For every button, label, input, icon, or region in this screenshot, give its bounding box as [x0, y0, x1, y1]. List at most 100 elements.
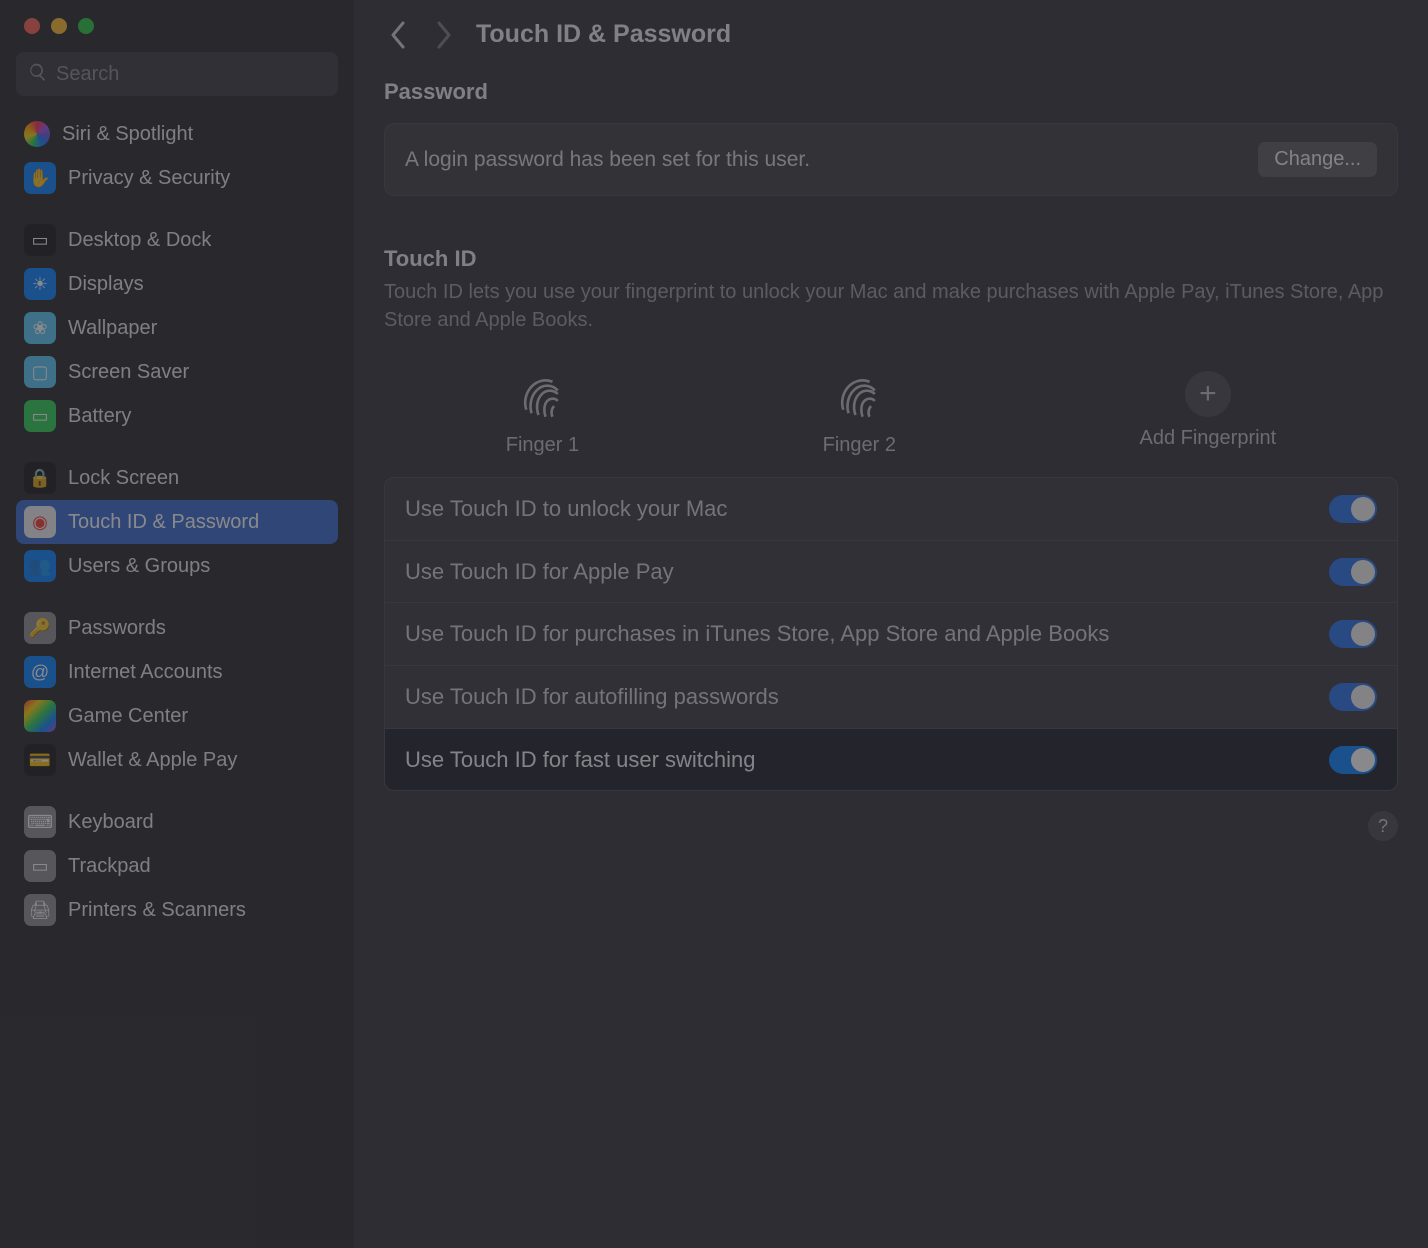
sidebar-item-label: Battery — [68, 405, 131, 428]
touchid-option-row: Use Touch ID for fast user switching — [385, 729, 1397, 791]
sidebar-item-wallpaper[interactable]: ❀ Wallpaper — [16, 306, 338, 350]
toggle-switch[interactable] — [1329, 746, 1377, 774]
touchid-option-label: Use Touch ID to unlock your Mac — [405, 494, 727, 524]
sidebar-item-passwords[interactable]: 🔑 Passwords — [16, 606, 338, 650]
sidebar-item-label: Lock Screen — [68, 467, 179, 490]
change-password-button[interactable]: Change... — [1258, 142, 1377, 177]
touchid-option-label: Use Touch ID for autofilling passwords — [405, 682, 779, 712]
sidebar-item-label: Printers & Scanners — [68, 899, 246, 922]
sidebar-item-wallet-apple-pay[interactable]: 💳 Wallet & Apple Pay — [16, 738, 338, 782]
toggle-switch[interactable] — [1329, 558, 1377, 586]
sidebar-item-privacy-security[interactable]: ✋ Privacy & Security — [16, 156, 338, 200]
internet-accounts-icon: @ — [24, 656, 56, 688]
help-row: ? — [384, 811, 1398, 841]
sidebar-item-keyboard[interactable]: ⌨ Keyboard — [16, 800, 338, 844]
touchid-option-label: Use Touch ID for Apple Pay — [405, 557, 674, 587]
sidebar-item-label: Privacy & Security — [68, 167, 230, 190]
sidebar-item-label: Internet Accounts — [68, 661, 223, 684]
search-input[interactable] — [56, 63, 326, 86]
plus-icon: + — [1185, 371, 1231, 417]
sidebar-item-label: Users & Groups — [68, 555, 210, 578]
back-button[interactable] — [384, 21, 412, 49]
forward-button[interactable] — [430, 21, 458, 49]
fingerprint-label: Finger 2 — [823, 434, 896, 457]
fingerprints-row: Finger 1 Finger 2 + Add Fingerprint — [384, 364, 1398, 457]
keyboard-icon: ⌨ — [24, 806, 56, 838]
main-content: Touch ID & Password Password A login pas… — [354, 0, 1428, 1248]
sidebar-item-trackpad[interactable]: ▭ Trackpad — [16, 844, 338, 888]
sidebar-item-users-groups[interactable]: 👥 Users & Groups — [16, 544, 338, 588]
titlebar: Touch ID & Password — [354, 0, 1428, 65]
sidebar-item-label: Passwords — [68, 617, 166, 640]
sidebar-item-label: Displays — [68, 273, 144, 296]
sidebar-item-displays[interactable]: ☀ Displays — [16, 262, 338, 306]
sidebar-item-printers-scanners[interactable]: 🖨 Printers & Scanners — [16, 888, 338, 932]
fingerprint-icon — [512, 364, 572, 424]
touchid-option-label: Use Touch ID for fast user switching — [405, 745, 756, 775]
sidebar: Siri & Spotlight ✋ Privacy & Security ▭ Desk… — [0, 0, 354, 1248]
touch-id-password-icon: ◉ — [24, 506, 56, 538]
sidebar-item-siri-spotlight[interactable]: Siri & Spotlight — [16, 112, 338, 156]
help-button[interactable]: ? — [1368, 811, 1398, 841]
fingerprint-1[interactable]: Finger 1 — [506, 364, 579, 457]
touchid-option-row: Use Touch ID for autofilling passwords — [385, 666, 1397, 729]
sidebar-item-screen-saver[interactable]: ▢ Screen Saver — [16, 350, 338, 394]
zoom-window-button[interactable] — [78, 18, 94, 34]
sidebar-item-label: Keyboard — [68, 811, 154, 834]
sidebar-item-battery[interactable]: ▭ Battery — [16, 394, 338, 438]
game-center-icon — [24, 700, 56, 732]
printers-scanners-icon: 🖨 — [24, 894, 56, 926]
lock-screen-icon: 🔒 — [24, 462, 56, 494]
battery-icon: ▭ — [24, 400, 56, 432]
password-description: A login password has been set for this u… — [405, 148, 810, 172]
toggle-switch[interactable] — [1329, 495, 1377, 523]
sidebar-item-lock-screen[interactable]: 🔒 Lock Screen — [16, 456, 338, 500]
wallpaper-icon: ❀ — [24, 312, 56, 344]
siri-spotlight-icon — [24, 121, 50, 147]
close-window-button[interactable] — [24, 18, 40, 34]
password-row: A login password has been set for this u… — [384, 123, 1398, 196]
sidebar-item-desktop-dock[interactable]: ▭ Desktop & Dock — [16, 218, 338, 262]
sidebar-item-label: Wallet & Apple Pay — [68, 749, 237, 772]
screen-saver-icon: ▢ — [24, 356, 56, 388]
add-fingerprint[interactable]: + Add Fingerprint — [1140, 371, 1277, 450]
touchid-option-row: Use Touch ID to unlock your Mac — [385, 478, 1397, 541]
sidebar-item-label: Screen Saver — [68, 361, 189, 384]
fingerprint-icon — [829, 364, 889, 424]
passwords-icon: 🔑 — [24, 612, 56, 644]
fingerprint-label: Finger 1 — [506, 434, 579, 457]
sidebar-list: Siri & Spotlight ✋ Privacy & Security ▭ Desk… — [0, 108, 354, 1248]
sidebar-item-internet-accounts[interactable]: @ Internet Accounts — [16, 650, 338, 694]
window-controls — [0, 10, 354, 52]
sidebar-item-label: Trackpad — [68, 855, 151, 878]
sidebar-item-label: Wallpaper — [68, 317, 157, 340]
touchid-option-row: Use Touch ID for purchases in iTunes Sto… — [385, 603, 1397, 666]
displays-icon: ☀ — [24, 268, 56, 300]
sidebar-item-game-center[interactable]: Game Center — [16, 694, 338, 738]
touchid-description: Touch ID lets you use your fingerprint t… — [384, 278, 1398, 334]
toggle-switch[interactable] — [1329, 683, 1377, 711]
desktop-dock-icon: ▭ — [24, 224, 56, 256]
sidebar-item-touch-id-password[interactable]: ◉ Touch ID & Password — [16, 500, 338, 544]
wallet-apple-pay-icon: 💳 — [24, 744, 56, 776]
password-heading: Password — [384, 79, 1398, 105]
sidebar-item-label: Game Center — [68, 705, 188, 728]
content-scroll: Password A login password has been set f… — [354, 65, 1428, 1248]
sidebar-item-label: Desktop & Dock — [68, 229, 211, 252]
touchid-options-list: Use Touch ID to unlock your Mac Use Touch… — [384, 477, 1398, 791]
add-fingerprint-label: Add Fingerprint — [1140, 427, 1277, 450]
touchid-heading: Touch ID — [384, 246, 1398, 272]
privacy-security-icon: ✋ — [24, 162, 56, 194]
users-groups-icon: 👥 — [24, 550, 56, 582]
page-title: Touch ID & Password — [476, 20, 731, 49]
minimize-window-button[interactable] — [51, 18, 67, 34]
touchid-option-label: Use Touch ID for purchases in iTunes Sto… — [405, 619, 1109, 649]
system-settings-window: Siri & Spotlight ✋ Privacy & Security ▭ Desk… — [0, 0, 1428, 1248]
trackpad-icon: ▭ — [24, 850, 56, 882]
sidebar-item-label: Touch ID & Password — [68, 511, 259, 534]
toggle-switch[interactable] — [1329, 620, 1377, 648]
search-field[interactable] — [16, 52, 338, 96]
fingerprint-2[interactable]: Finger 2 — [823, 364, 896, 457]
search-icon — [28, 62, 48, 87]
sidebar-item-label: Siri & Spotlight — [62, 123, 193, 146]
